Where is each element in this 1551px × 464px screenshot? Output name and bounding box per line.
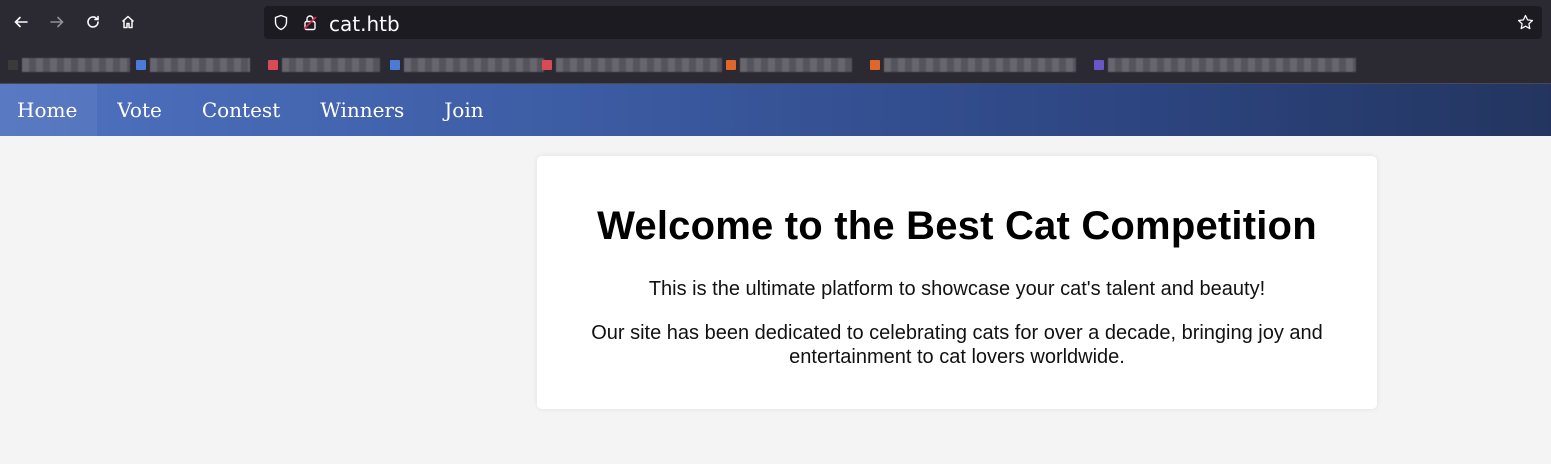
bookmark-icon — [870, 60, 880, 70]
shield-icon[interactable] — [273, 14, 289, 31]
bookmark-label-blurred — [1108, 58, 1356, 72]
star-icon[interactable] — [1517, 14, 1534, 31]
bookmark-label-blurred — [404, 58, 544, 72]
bookmark-icon — [268, 60, 278, 70]
url-text[interactable]: cat.htb — [329, 12, 400, 36]
reload-button[interactable] — [80, 9, 106, 35]
bookmark-item[interactable] — [726, 56, 852, 74]
bookmark-item[interactable] — [8, 56, 130, 74]
arrow-left-icon — [14, 16, 28, 28]
welcome-card: Welcome to the Best Cat Competition This… — [537, 156, 1377, 409]
bookmark-label-blurred — [884, 58, 1076, 72]
reload-icon — [87, 15, 99, 28]
bookmark-label-blurred — [282, 58, 380, 72]
bookmark-icon — [136, 60, 146, 70]
bookmarks-bar — [0, 45, 1551, 84]
bookmark-item[interactable] — [136, 56, 250, 74]
bookmark-icon — [542, 60, 552, 70]
bookmark-label-blurred — [22, 58, 130, 72]
lock-icon[interactable] — [302, 14, 318, 31]
url-bar[interactable]: cat.htb — [264, 6, 1542, 39]
bookmark-label-blurred — [556, 58, 722, 72]
browser-toolbar: cat.htb — [0, 0, 1551, 45]
bookmark-item[interactable] — [870, 56, 1076, 74]
home-button[interactable] — [115, 9, 141, 35]
nav-join-link[interactable]: Join — [424, 84, 503, 136]
bookmark-label-blurred — [740, 58, 852, 72]
arrow-right-icon — [50, 16, 64, 28]
forward-button[interactable] — [44, 9, 70, 35]
bookmark-item[interactable] — [1094, 56, 1356, 74]
back-button[interactable] — [8, 9, 34, 35]
nav-contest-link[interactable]: Contest — [182, 84, 300, 136]
bookmark-label-blurred — [150, 58, 250, 72]
nav-home-link[interactable]: Home — [0, 84, 98, 136]
nav-winners-link[interactable]: Winners — [300, 84, 424, 136]
bookmark-icon — [390, 60, 400, 70]
bookmark-icon — [726, 60, 736, 70]
page-title: Welcome to the Best Cat Competition — [597, 204, 1317, 248]
nav-vote-link[interactable]: Vote — [97, 84, 182, 136]
bookmark-icon — [1094, 60, 1104, 70]
home-icon — [121, 15, 135, 29]
site-navigation: Home Vote Contest Winners Join — [0, 84, 1551, 136]
bookmark-icon — [8, 60, 18, 70]
bookmark-item[interactable] — [542, 56, 722, 74]
bookmark-item[interactable] — [268, 56, 380, 74]
about-text: Our site has been dedicated to celebrati… — [591, 322, 1323, 368]
intro-text: This is the ultimate platform to showcas… — [648, 278, 1266, 300]
bookmark-item[interactable] — [390, 56, 544, 74]
